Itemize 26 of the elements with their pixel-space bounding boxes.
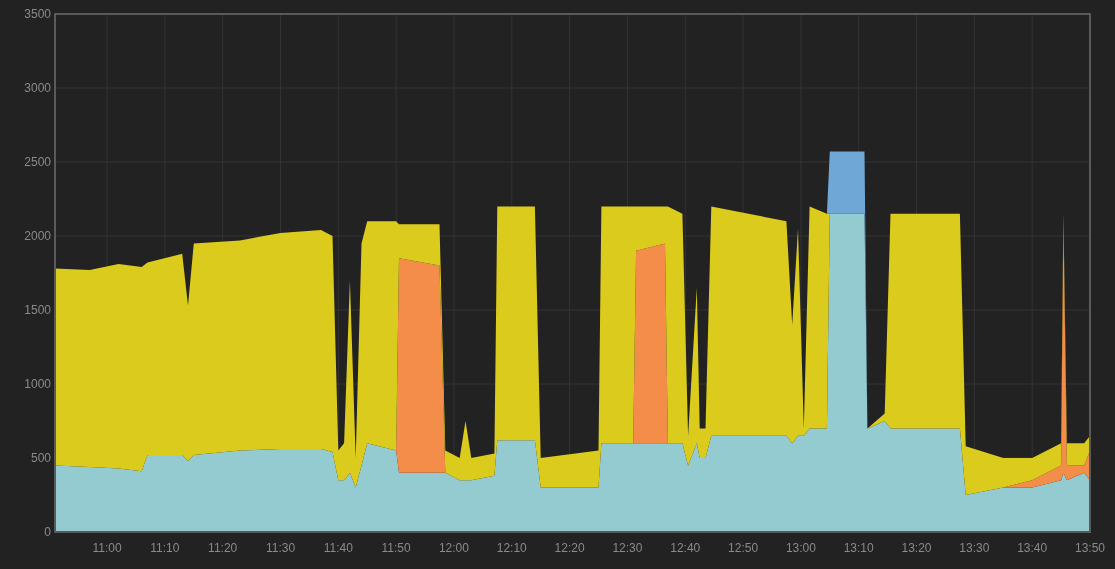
x-tick-label: 12:40	[670, 541, 701, 555]
x-tick-label: 13:50	[1075, 541, 1105, 555]
x-tick-label: 13:20	[901, 541, 932, 555]
y-tick-label: 0	[44, 525, 51, 539]
x-tick-label: 12:10	[496, 541, 527, 555]
x-tick-label: 12:30	[612, 541, 643, 555]
y-tick-label: 500	[30, 451, 51, 465]
y-tick-label: 1500	[24, 303, 51, 317]
y-tick-label: 1000	[24, 377, 51, 391]
x-tick-label: 11:20	[208, 541, 238, 555]
x-tick-label: 11:50	[381, 541, 411, 555]
y-tick-label: 2500	[24, 155, 51, 169]
y-tick-label: 2000	[24, 229, 51, 243]
x-tick-label: 12:50	[728, 541, 759, 555]
x-tick-label: 11:00	[92, 541, 122, 555]
x-tick-label: 13:40	[1017, 541, 1048, 555]
x-tick-label: 12:20	[554, 541, 585, 555]
y-tick-label: 3500	[24, 7, 51, 21]
y-tick-label: 3000	[24, 81, 51, 95]
x-tick-label: 13:30	[959, 541, 990, 555]
x-tick-label: 11:40	[323, 541, 353, 555]
x-tick-label: 13:00	[785, 541, 816, 555]
x-tick-label: 13:10	[843, 541, 874, 555]
x-tick-label: 12:00	[438, 541, 469, 555]
x-tick-label: 11:30	[265, 541, 296, 555]
x-tick-label: 11:10	[150, 541, 180, 555]
